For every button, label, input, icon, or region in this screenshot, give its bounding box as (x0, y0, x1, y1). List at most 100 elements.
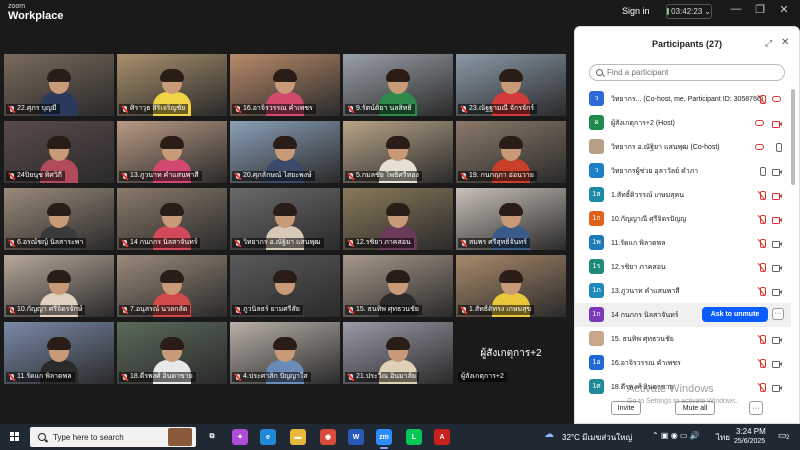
more-options-button[interactable]: ··· (772, 308, 784, 320)
participant-list-scrollbar[interactable] (791, 89, 795, 185)
video-tile[interactable]: 21.ประวีณ อินมาลัย (343, 322, 453, 384)
tile-name-text: 13.ภูวนาท คำแสนพาสี (130, 172, 199, 179)
mic-muted-icon[interactable] (758, 239, 766, 248)
participant-row[interactable]: 15. ธนทิพ ศุทธวนชัย (575, 327, 791, 351)
mic-muted-icon (9, 373, 15, 381)
meeting-timer[interactable]: 03:42:23 ⌄ (666, 4, 712, 19)
mic-muted-icon[interactable] (758, 95, 766, 104)
weather-icon[interactable]: ☁ (544, 429, 554, 440)
mic-muted-icon[interactable] (758, 359, 766, 368)
participant-row[interactable]: ผ ผู้สังเกตุการ+2 (Host) (575, 111, 791, 135)
participant-row[interactable]: 1อ 16.อาจิรวรรณ คำเพชร (575, 351, 791, 375)
video-icon[interactable] (772, 288, 782, 296)
cloud-icon[interactable] (755, 144, 764, 150)
video-tile[interactable]: วิทยากร อ.ณัฐิยา แสนพุฒ (230, 188, 340, 250)
video-tile[interactable]: 23.ณัฐฐามณี จักรจักร์ (456, 54, 566, 116)
video-icon[interactable] (772, 168, 782, 176)
mic-icon[interactable] (758, 167, 766, 176)
zoom-icon[interactable]: zm (376, 429, 392, 449)
taskbar-search-thumbnail[interactable] (168, 428, 192, 446)
video-tile[interactable]: 20.ศุภลักษณ์ ไสยะพงษ์ (230, 121, 340, 183)
participant-row[interactable]: ว วิทยากร... (Co-host, me, Participant ID… (575, 87, 791, 111)
video-tile[interactable]: 22.ศุภร บุญมี (4, 54, 114, 116)
video-icon[interactable] (772, 264, 782, 272)
video-tile[interactable]: 5.กมลชัย โพธิ์ศรีทอง (343, 121, 453, 183)
video-off-icon[interactable] (772, 120, 782, 128)
mic-muted-icon[interactable] (758, 191, 766, 200)
line-icon[interactable]: L (406, 429, 422, 445)
mic-muted-icon[interactable] (758, 383, 766, 392)
participant-row[interactable]: วิทยากร อ.ณัฐิยา แสนพุฒ (Co-host) (575, 135, 791, 159)
word-icon[interactable]: W (348, 429, 364, 445)
video-tile[interactable]: 14 กนกกร นิลสาจันทร์ (117, 188, 227, 250)
video-tile[interactable]: 13.ภูวนาท คำแสนพาสี (117, 121, 227, 183)
participant-row[interactable]: 1ก 14 กนกกร นิลสาจันทร์ Ask to unmute ··· (575, 303, 791, 327)
participant-row[interactable]: 1ก 10.กัญญาณี ศุรีจิตรปัญญ (575, 207, 791, 231)
video-tile[interactable]: ภูวนิลธร์ ยามศรีสัย (230, 255, 340, 317)
video-icon[interactable] (772, 360, 782, 368)
video-off-icon[interactable] (772, 192, 782, 200)
tile-name-text: 11.รัดแก พิลาดพล (17, 373, 72, 380)
video-tile[interactable]: 4.ประศาสิก ปัญญาใส (230, 322, 340, 384)
participant-search[interactable] (589, 64, 785, 81)
participant-row[interactable]: 1ส 1.สัทธิ์ติวรรณ์ เกษมสุคน (575, 183, 791, 207)
avatar: ว (589, 163, 604, 178)
tile-name-text: 21.ประวีณ อินมาลัย (356, 373, 416, 380)
restore-button[interactable]: ❐ (750, 3, 770, 16)
mic-muted-icon[interactable] (758, 263, 766, 272)
video-off-icon[interactable] (772, 216, 782, 224)
ask-to-unmute-button[interactable]: Ask to unmute (702, 307, 768, 322)
mic-muted-icon[interactable] (758, 215, 766, 224)
cloud-icon[interactable] (755, 120, 764, 126)
participant-search-input[interactable] (607, 68, 777, 77)
weather-text[interactable]: 32°C มีเมฆส่วนใหญ่ (562, 431, 632, 444)
taskview-icon[interactable]: ⧉ (204, 429, 220, 445)
video-tile[interactable]: 12.รชิยา ภาคสอน (343, 188, 453, 250)
video-tile[interactable]: 11.รัดแก พิลาดพล (4, 322, 114, 384)
video-tile[interactable]: 10.กัญญา ศรีจิตรจักษ์ (4, 255, 114, 317)
participant-row[interactable]: 1ร 12.รชิยา ภาคสอน (575, 255, 791, 279)
video-tile[interactable]: 9.รัตน์ติยา นลสิทธิ์ (343, 54, 453, 116)
copilot-icon[interactable]: ✦ (232, 429, 248, 445)
video-icon[interactable] (772, 384, 782, 392)
popout-icon[interactable]: ⤢ (765, 38, 772, 49)
close-panel-icon[interactable]: ✕ (781, 37, 789, 48)
language-indicator[interactable]: ไทย (716, 431, 730, 444)
video-tile[interactable]: 7.อนุสรณ์ นวลกลัด (117, 255, 227, 317)
participant-row[interactable]: 1พ 11.รัดแก พิลาดพล (575, 231, 791, 255)
footer-more-button[interactable]: ··· (749, 401, 763, 415)
tile-name-label: 12.รชิยา ภาคสอน (345, 238, 414, 248)
video-tile[interactable]: 24ปิยนุช ทิศวิถี (4, 121, 114, 183)
chrome-icon[interactable]: ◉ (320, 429, 336, 445)
video-icon[interactable] (772, 336, 782, 344)
mic-muted-icon[interactable] (758, 287, 766, 296)
cloud-icon[interactable] (772, 96, 781, 102)
mic-muted-icon[interactable] (758, 335, 766, 344)
video-tile[interactable]: ผู้สังเกตุการ+2 ผู้สังเกตุการ+2 (456, 322, 566, 384)
clock-time[interactable]: 3:24 PM (736, 427, 766, 436)
clock-date[interactable]: 25/6/2025 (734, 438, 765, 445)
edge-icon[interactable]: e (260, 429, 276, 445)
minimize-button[interactable]: — (726, 3, 746, 15)
windows-start-icon[interactable] (10, 432, 20, 442)
video-tile[interactable]: 1.สัทธิ์ติทรง เกษมสุข (456, 255, 566, 317)
tile-name-label: 6.อรณ์ชญ์ นิลสาระพา (6, 238, 87, 248)
file-explorer-icon[interactable]: ▬ (290, 429, 306, 445)
video-icon[interactable] (772, 240, 782, 248)
video-tile[interactable]: 16.อาจิรวรรณ คำเพชร (230, 54, 340, 116)
tile-name-label: 15. ธนทิพ ศุทธวนชัย (345, 305, 422, 315)
pdf-icon[interactable]: A (434, 429, 450, 445)
video-tile[interactable]: 6.อรณ์ชญ์ นิลสาระพา (4, 188, 114, 250)
close-window-button[interactable]: ✕ (774, 3, 794, 16)
tile-name-label: ศิราวุธ สิริเจริญชัย (119, 104, 189, 114)
video-tile[interactable]: ศิราวุธ สิริเจริญชัย (117, 54, 227, 116)
video-tile[interactable]: 18.ดีรพงศ์ อินตาขาย (117, 322, 227, 384)
system-tray-icons[interactable]: ⌃ ▣ ◉ ▭ 🔊 (652, 431, 700, 440)
video-tile[interactable]: สมพร ศรีสุทธิ์จันทร์ (456, 188, 566, 250)
participant-row[interactable]: 1ภ 13.ภูวนาท คำแสนพาสี (575, 279, 791, 303)
mic-icon[interactable] (774, 143, 782, 152)
participant-row[interactable]: ว วิทยากรผู้ช่วย อุลาวัลย์ ดำภา (575, 159, 791, 183)
sign-in-button[interactable]: Sign in (622, 6, 650, 16)
video-tile[interactable]: 15. ธนทิพ ศุทธวนชัย (343, 255, 453, 317)
video-tile[interactable]: 19. กนกฤภา อ่อนวาย (456, 121, 566, 183)
